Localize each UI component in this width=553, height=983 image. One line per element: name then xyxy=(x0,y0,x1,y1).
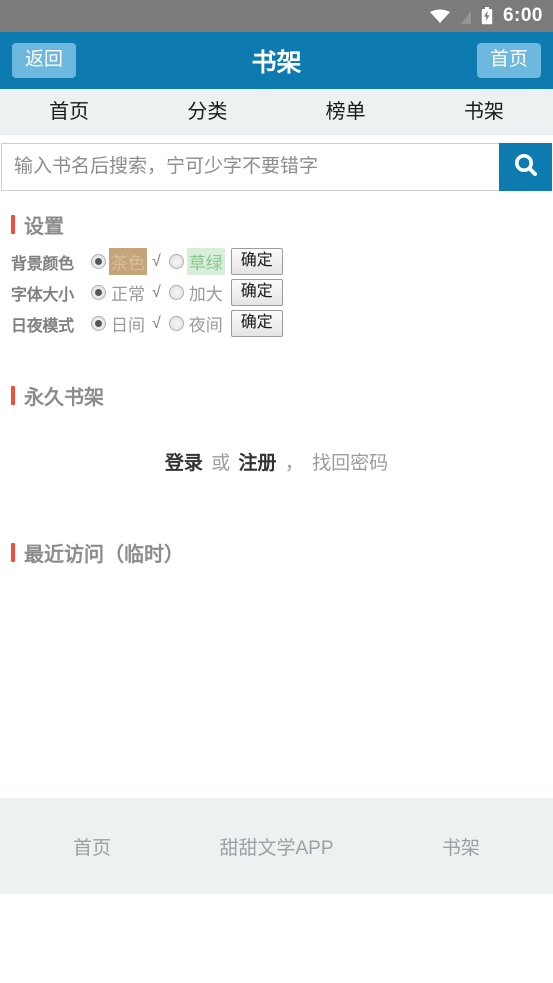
confirm-button-background-color[interactable]: 确定 xyxy=(230,247,283,276)
option-label-mode-night[interactable]: 夜间 xyxy=(187,310,225,337)
forgot-password-link[interactable]: 找回密码 xyxy=(312,453,388,474)
selected-tick-icon: √ xyxy=(152,283,161,301)
radio-font-large[interactable] xyxy=(168,285,184,300)
option-label-grass-green[interactable]: 草绿 xyxy=(186,248,225,275)
tab-nav: 首页 分类 榜单 书架 xyxy=(0,89,553,135)
account-actions: 登录 或 注册 ， 找回密码 xyxy=(0,448,553,475)
status-time: 6:00 xyxy=(502,5,543,26)
login-link[interactable]: 登录 xyxy=(165,453,203,474)
section-accent-bar xyxy=(11,215,15,234)
settings-section-header: 设置 xyxy=(11,210,553,239)
tab-category[interactable]: 分类 xyxy=(138,102,276,122)
tab-bookshelf[interactable]: 书架 xyxy=(415,102,553,122)
app-bar: 返回 书架 首页 xyxy=(0,32,553,89)
search-icon xyxy=(511,151,541,184)
setting-row-font-size: 字体大小 正常 √ 加大 确定 xyxy=(11,277,553,308)
confirm-button-font-size[interactable]: 确定 xyxy=(230,278,283,307)
tab-ranking[interactable]: 榜单 xyxy=(277,102,415,122)
option-label-font-large[interactable]: 加大 xyxy=(187,279,225,306)
section-accent-bar xyxy=(11,386,15,405)
status-bar: 6:00 xyxy=(0,0,553,32)
selected-tick-icon: √ xyxy=(152,252,161,270)
wifi-icon xyxy=(429,8,451,24)
footer-item-bookshelf[interactable]: 书架 xyxy=(369,833,553,860)
battery-charging-icon xyxy=(481,7,493,25)
confirm-button-day-night-mode[interactable]: 确定 xyxy=(230,309,283,338)
section-accent-bar xyxy=(11,543,15,562)
signal-off-icon xyxy=(459,7,473,25)
setting-row-day-night-mode: 日夜模式 日间 √ 夜间 确定 xyxy=(11,308,553,339)
search-button[interactable] xyxy=(499,143,552,191)
selected-tick-icon: √ xyxy=(152,314,161,332)
tab-home[interactable]: 首页 xyxy=(0,102,138,122)
radio-font-normal[interactable] xyxy=(91,285,106,300)
register-link[interactable]: 注册 xyxy=(238,453,276,474)
setting-label: 背景颜色 xyxy=(11,255,74,273)
setting-row-background-color: 背景颜色 茶色 √ 草绿 确定 xyxy=(11,246,553,277)
footer-item-home[interactable]: 首页 xyxy=(0,833,184,860)
search-input[interactable] xyxy=(1,143,499,191)
permanent-shelf-title: 永久书架 xyxy=(24,387,104,409)
home-button[interactable]: 首页 xyxy=(476,43,541,78)
option-label-mode-day[interactable]: 日间 xyxy=(109,310,147,337)
radio-background-tea[interactable] xyxy=(91,254,106,269)
permanent-shelf-section-header: 永久书架 xyxy=(11,381,553,410)
footer-item-app[interactable]: 甜甜文学APP xyxy=(184,833,368,860)
page-title: 书架 xyxy=(251,48,302,77)
recent-section-header: 最近访问（临时） xyxy=(11,538,553,567)
radio-mode-night[interactable] xyxy=(168,316,184,331)
recent-title: 最近访问（临时） xyxy=(24,544,184,566)
radio-background-grass-green[interactable] xyxy=(168,254,184,269)
or-separator: 或 xyxy=(211,453,231,474)
setting-label: 字体大小 xyxy=(11,286,74,304)
setting-label: 日夜模式 xyxy=(11,317,74,335)
option-label-font-normal[interactable]: 正常 xyxy=(109,279,147,306)
back-button[interactable]: 返回 xyxy=(12,43,77,78)
settings-title: 设置 xyxy=(24,216,64,238)
option-label-tea[interactable]: 茶色 xyxy=(109,248,147,275)
footer-nav: 首页 甜甜文学APP 书架 xyxy=(0,798,553,894)
settings-list: 背景颜色 茶色 √ 草绿 确定 字体大小 正常 √ 加大 确定 日夜模式 日间 … xyxy=(11,246,553,339)
comma-separator: ， xyxy=(284,453,304,474)
radio-mode-day[interactable] xyxy=(91,316,106,331)
search-bar xyxy=(0,143,553,191)
